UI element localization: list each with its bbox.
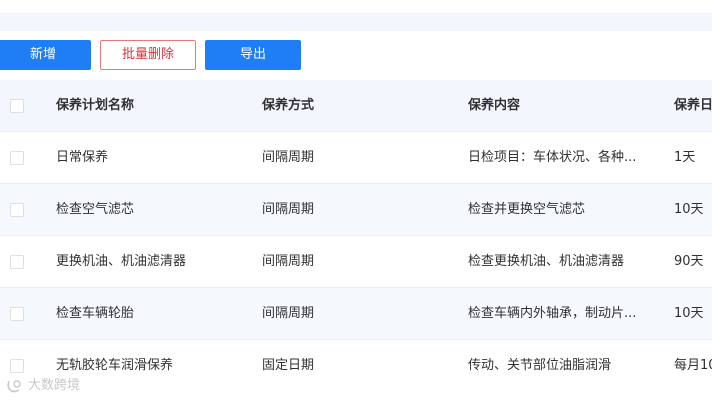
cell-content: 检查更换机油、机油滤清器: [468, 254, 625, 269]
maintenance-plan-table: 保养计划名称 保养方式 保养内容 保养日 日常保养 间隔周期 日检项目：车体状况…: [0, 80, 712, 391]
cell-cycle: 1天: [674, 150, 696, 165]
table-row[interactable]: 检查空气滤芯 间隔周期 检查并更换空气滤芯 10天: [0, 184, 712, 236]
cell-mode: 间隔周期: [262, 254, 315, 269]
cell-name: 检查车辆轮胎: [56, 306, 135, 321]
cell-cycle: 90天: [674, 254, 704, 269]
table-row[interactable]: 更换机油、机油滤清器 间隔周期 检查更换机油、机油滤清器 90天: [0, 236, 712, 288]
select-all-checkbox[interactable]: [10, 99, 24, 113]
maintenance-plan-page: 新增 批量删除 导出 保养计划名称 保养方式 保养内容 保养日 日常保养 间隔周…: [0, 0, 712, 401]
header-mode: 保养方式: [262, 98, 315, 113]
table-header-row: 保养计划名称 保养方式 保养内容 保养日: [0, 80, 712, 132]
header-name: 保养计划名称: [56, 98, 135, 113]
row-checkbox[interactable]: [10, 151, 24, 165]
batch-delete-button[interactable]: 批量删除: [100, 40, 196, 70]
logo-icon: [6, 378, 24, 394]
header-content: 保养内容: [468, 98, 521, 113]
cell-name: 无轨胶轮车润滑保养: [56, 358, 174, 373]
add-button[interactable]: 新增: [0, 40, 91, 70]
watermark: 大数跨境: [6, 376, 80, 396]
cell-mode: 固定日期: [262, 358, 315, 373]
cell-mode: 间隔周期: [262, 202, 315, 217]
row-checkbox[interactable]: [10, 203, 24, 217]
table-row[interactable]: 检查车辆轮胎 间隔周期 检查车辆内外轴承，制动片... 10天: [0, 288, 712, 340]
cell-cycle: 10天: [674, 306, 704, 321]
cell-name: 日常保养: [56, 150, 109, 165]
cell-cycle: 每月10: [674, 358, 712, 373]
cell-content: 传动、关节部位油脂润滑: [468, 358, 612, 373]
table-row[interactable]: 日常保养 间隔周期 日检项目：车体状况、各种... 1天: [0, 132, 712, 184]
cell-mode: 间隔周期: [262, 306, 315, 321]
watermark-text: 大数跨境: [28, 378, 81, 393]
top-strip: [0, 13, 712, 31]
cell-name: 检查空气滤芯: [56, 202, 135, 217]
cell-cycle: 10天: [674, 202, 704, 217]
table-row[interactable]: 无轨胶轮车润滑保养 固定日期 传动、关节部位油脂润滑 每月10: [0, 340, 712, 391]
cell-mode: 间隔周期: [262, 150, 315, 165]
cell-content: 检查并更换空气滤芯: [468, 202, 586, 217]
row-checkbox[interactable]: [10, 255, 24, 269]
row-checkbox[interactable]: [10, 307, 24, 321]
export-button[interactable]: 导出: [205, 40, 301, 70]
row-checkbox[interactable]: [10, 359, 24, 373]
cell-name: 更换机油、机油滤清器: [56, 254, 187, 269]
cell-content: 检查车辆内外轴承，制动片...: [468, 306, 637, 321]
header-cycle: 保养日: [674, 98, 712, 113]
cell-content: 日检项目：车体状况、各种...: [468, 150, 637, 165]
